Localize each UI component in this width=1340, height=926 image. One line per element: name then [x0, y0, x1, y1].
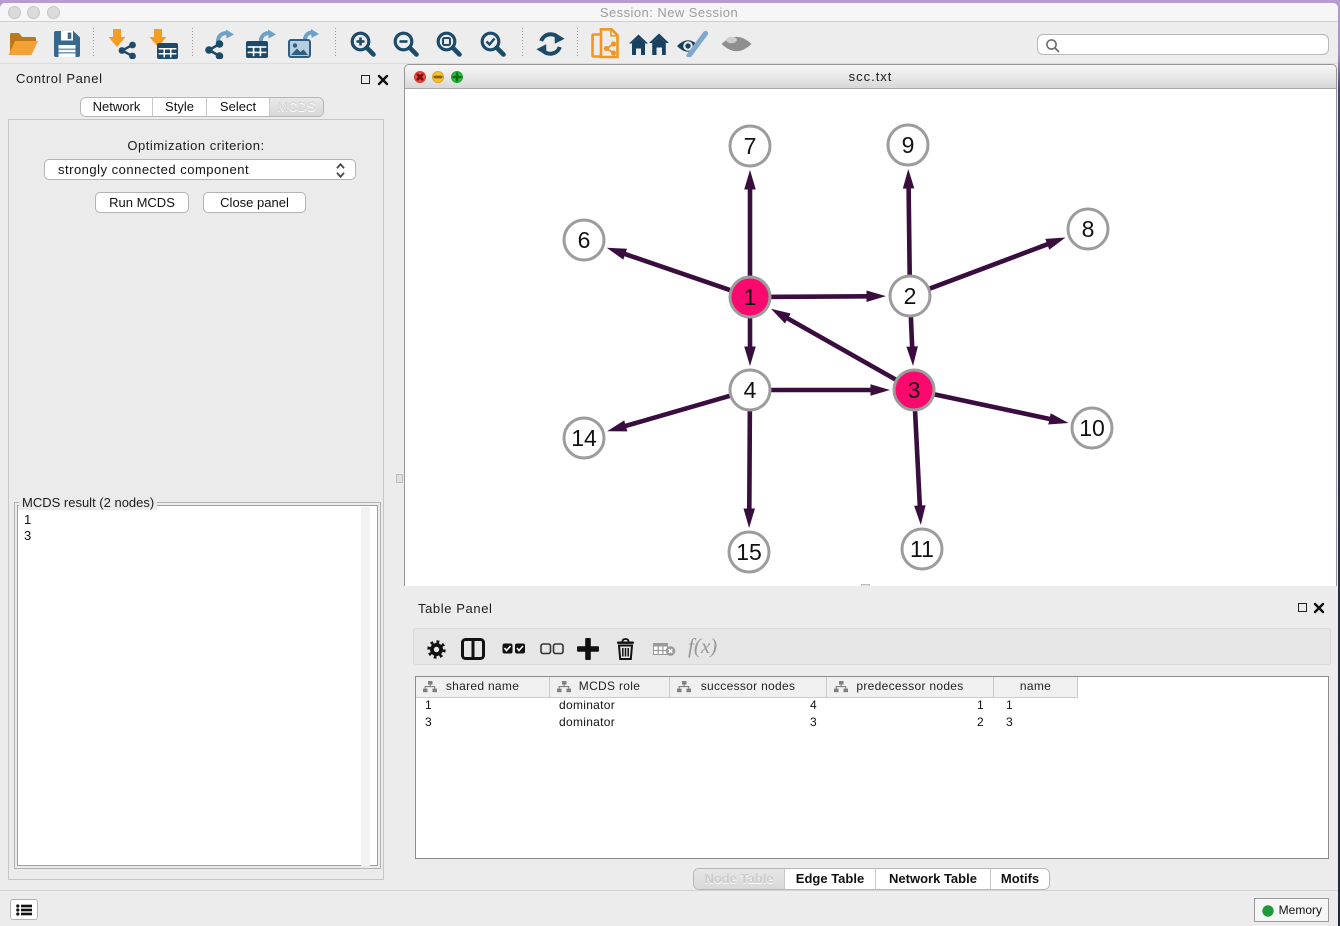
svg-text:15: 15 [736, 539, 762, 565]
svg-text:6: 6 [578, 227, 591, 253]
svg-text:9: 9 [902, 132, 915, 158]
svg-text:8: 8 [1082, 216, 1095, 242]
svg-text:3: 3 [908, 377, 921, 403]
svg-text:7: 7 [744, 133, 757, 159]
svg-text:11: 11 [910, 536, 934, 562]
svg-text:1: 1 [744, 284, 757, 310]
svg-text:14: 14 [571, 425, 597, 451]
svg-text:4: 4 [744, 377, 757, 403]
svg-text:2: 2 [904, 283, 917, 309]
svg-text:10: 10 [1079, 415, 1105, 441]
